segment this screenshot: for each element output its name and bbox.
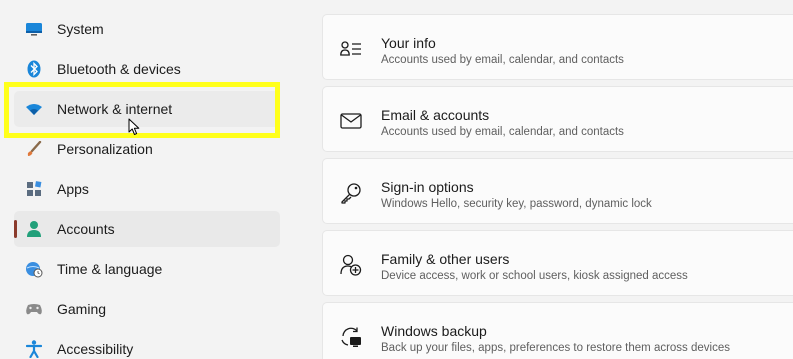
card-family-other-users[interactable]: Family & other users Device access, work… xyxy=(322,230,793,296)
sidebar-item-accessibility[interactable]: Accessibility xyxy=(14,331,280,359)
sidebar-item-accounts[interactable]: Accounts xyxy=(14,211,280,247)
apps-icon xyxy=(24,179,44,199)
card-subtitle: Windows Hello, security key, password, d… xyxy=(381,198,652,210)
user-info-icon xyxy=(339,37,363,61)
sidebar-item-label: Accounts xyxy=(57,221,115,237)
card-subtitle: Device access, work or school users, kio… xyxy=(381,270,688,282)
card-windows-backup[interactable]: Windows backup Back up your files, apps,… xyxy=(322,302,793,359)
sidebar-item-label: Gaming xyxy=(57,301,107,317)
card-email-accounts[interactable]: Email & accounts Accounts used by email,… xyxy=(322,86,793,152)
card-title: Email & accounts xyxy=(381,107,490,123)
sidebar-item-label: Bluetooth & devices xyxy=(57,61,181,77)
sidebar-item-system[interactable]: System xyxy=(14,11,280,47)
monitor-icon xyxy=(24,19,44,39)
paintbrush-icon xyxy=(24,139,44,159)
card-title: Windows backup xyxy=(381,323,487,339)
sidebar-item-label: Time & language xyxy=(57,261,163,277)
sidebar-item-label: Apps xyxy=(57,181,89,197)
sidebar-item-label: Network & internet xyxy=(57,101,173,117)
person-icon xyxy=(24,219,44,239)
accessibility-icon xyxy=(24,339,44,359)
sidebar-item-gaming[interactable]: Gaming xyxy=(14,291,280,327)
sidebar: System Bluetooth & devices Network & int… xyxy=(0,0,300,359)
card-subtitle: Accounts used by email, calendar, and co… xyxy=(381,126,624,138)
bluetooth-icon xyxy=(24,59,44,79)
card-title: Your info xyxy=(381,35,436,51)
sidebar-item-network[interactable]: Network & internet xyxy=(14,91,280,127)
key-icon xyxy=(339,181,363,205)
sidebar-item-label: System xyxy=(57,21,104,37)
sidebar-item-personalization[interactable]: Personalization xyxy=(14,131,280,167)
sidebar-item-bluetooth[interactable]: Bluetooth & devices xyxy=(14,51,280,87)
card-sign-in-options[interactable]: Sign-in options Windows Hello, security … xyxy=(322,158,793,224)
card-title: Family & other users xyxy=(381,251,510,267)
backup-icon xyxy=(339,325,363,349)
mouse-cursor-icon xyxy=(128,118,142,136)
settings-window: System Bluetooth & devices Network & int… xyxy=(0,0,793,359)
wifi-icon xyxy=(24,99,44,119)
card-your-info[interactable]: Your info Accounts used by email, calend… xyxy=(322,14,793,80)
mail-icon xyxy=(339,109,363,133)
card-subtitle: Back up your files, apps, preferences to… xyxy=(381,342,730,354)
add-user-icon xyxy=(339,253,363,277)
sidebar-item-time-language[interactable]: Time & language xyxy=(14,251,280,287)
sidebar-item-apps[interactable]: Apps xyxy=(14,171,280,207)
card-title: Sign-in options xyxy=(381,179,474,195)
sidebar-item-label: Personalization xyxy=(57,141,153,157)
sidebar-item-label: Accessibility xyxy=(57,341,134,357)
card-subtitle: Accounts used by email, calendar, and co… xyxy=(381,54,624,66)
gamepad-icon xyxy=(24,299,44,319)
globe-clock-icon xyxy=(24,259,44,279)
